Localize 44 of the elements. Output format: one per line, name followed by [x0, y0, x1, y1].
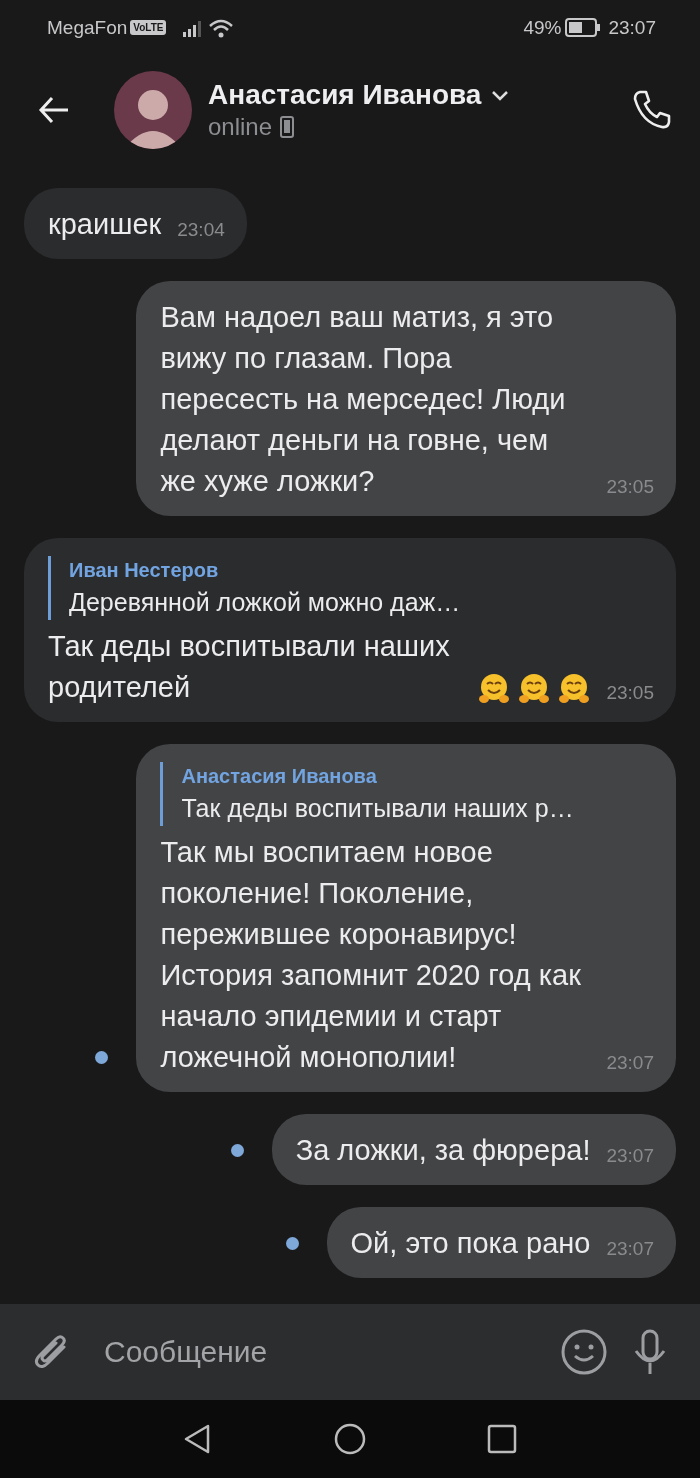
- message-time: 23:04: [177, 218, 225, 242]
- signal-icon: [182, 18, 203, 37]
- message-text: Ой, это пока рано: [350, 1226, 591, 1261]
- reply-quote[interactable]: Иван Нестеров Деревянной ложкой можно даж…: [48, 556, 654, 620]
- battery-icon: [565, 18, 602, 37]
- quote-author: Иван Нестеров: [69, 558, 220, 583]
- message-input[interactable]: Сообщение: [104, 1329, 536, 1375]
- quote-author: Анастасия Иванова: [181, 764, 378, 789]
- message-text: краишек: [48, 207, 162, 242]
- network-badge: VoLTE: [130, 20, 167, 35]
- message-time: 23:05: [606, 475, 654, 499]
- chevron-down-icon: [491, 89, 510, 101]
- message-time: 23:07: [606, 1237, 654, 1261]
- home-circle-icon: [334, 1423, 366, 1455]
- phone-icon: [632, 89, 672, 131]
- message-text: Так деды воспитывали наших родителей: [48, 629, 451, 705]
- carrier-name: MegaFon: [47, 16, 128, 39]
- recents-nav-button[interactable]: [486, 1423, 518, 1455]
- smiley-icon: [560, 1328, 608, 1376]
- message-text: Вам надоел ваш матиз, я это вижу по глазам. Пора пересесть на мерседес! Люди делают деньги на говне, чем же хуже ложки?: [160, 300, 567, 499]
- home-nav-button[interactable]: [334, 1423, 366, 1455]
- square-icon: [486, 1423, 518, 1455]
- contact-name[interactable]: Анастасия Иванова: [208, 79, 628, 111]
- hugging-emoji-icon: [478, 672, 511, 704]
- microphone-button[interactable]: [632, 1329, 668, 1375]
- reply-quote[interactable]: Анастасия Иванова Так деды воспитывали наших р…: [160, 762, 654, 826]
- hugging-emoji-icon: [558, 672, 591, 704]
- message-text: За ложки, за фюрера!: [295, 1133, 591, 1168]
- quote-text: Деревянной ложкой можно даж…: [69, 587, 462, 618]
- message-text: Так мы воспитаем новое поколение! Поколение, пережившее коронавирус! История запомнит 2020 год как начало эпидемии и старт ложечной монополии!: [160, 835, 582, 1075]
- online-status: online: [208, 113, 273, 141]
- message-time: 23:07: [606, 1051, 654, 1075]
- emoji-button[interactable]: [560, 1328, 608, 1376]
- wifi-icon: [208, 17, 235, 38]
- hugging-emoji-icon: [518, 672, 551, 704]
- composer-bar[interactable]: Сообщение: [0, 1304, 700, 1400]
- clock: 23:07: [608, 16, 656, 39]
- quote-text: Так деды воспитывали наших р…: [181, 793, 575, 824]
- message-time: 23:05: [606, 681, 654, 705]
- microphone-icon: [632, 1329, 668, 1375]
- message-time: 23:07: [606, 1144, 654, 1168]
- phone-device-icon: [280, 116, 295, 138]
- back-arrow-icon: [38, 95, 70, 125]
- battery-percent: 49%: [523, 16, 562, 39]
